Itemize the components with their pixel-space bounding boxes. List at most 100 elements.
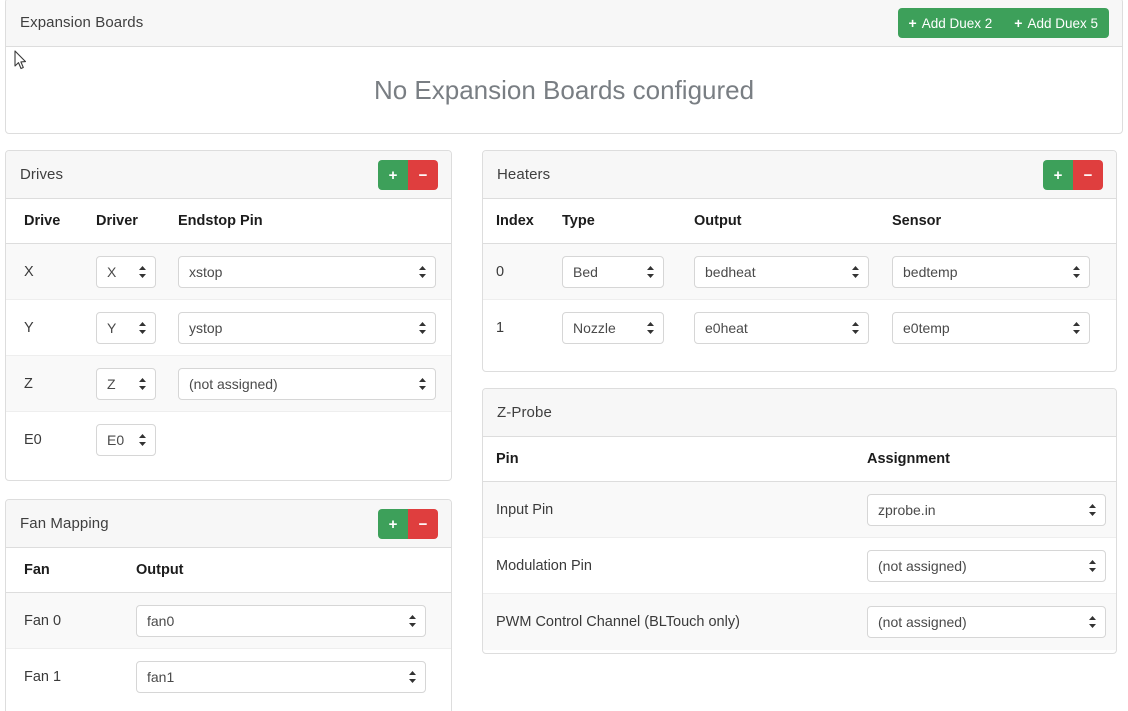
heater-type-select-0-value: Bed: [573, 263, 598, 280]
z-probe-body: Pin Assignment Input Pin zprobe.in Modul…: [483, 437, 1116, 650]
remove-drive-button[interactable]: −: [408, 160, 438, 190]
drives-col-drive: Drive: [6, 199, 96, 244]
heater-sensor-select-1[interactable]: e0temp: [892, 311, 1090, 344]
expansion-boards-header: Expansion Boards + Add Duex 2 + Add Duex 5: [6, 0, 1122, 47]
table-row: E0 E0: [6, 412, 451, 468]
endstop-select-z-value: (not assigned): [189, 375, 278, 392]
drives-col-endstop: Endstop Pin: [178, 199, 451, 244]
heater-type-cell-0: Bed: [562, 243, 694, 300]
endstop-select-z[interactable]: (not assigned): [178, 367, 436, 400]
drive-driver-cell-z: Z: [96, 355, 178, 412]
table-row: PWM Control Channel (BLTouch only) (not …: [483, 593, 1116, 650]
heaters-col-output: Output: [694, 199, 892, 244]
chevron-updown-icon: [138, 433, 147, 447]
z-probe-table: Pin Assignment Input Pin zprobe.in Modul…: [483, 437, 1116, 650]
drives-table: Drive Driver Endstop Pin X X xstop Y Y y…: [6, 199, 451, 468]
add-duex-5-label: Add Duex 5: [1027, 15, 1098, 31]
fan-name-0: Fan 0: [6, 592, 136, 649]
fan-mapping-header: Fan Mapping + −: [6, 500, 451, 548]
heater-type-select-0[interactable]: Bed: [562, 255, 664, 288]
fan-col-output: Output: [136, 548, 451, 593]
add-duex-2-label: Add Duex 2: [921, 15, 993, 31]
z-probe-input-pin-select[interactable]: zprobe.in: [867, 493, 1106, 526]
heater-output-select-1[interactable]: e0heat: [694, 311, 869, 344]
heater-type-select-1-value: Nozzle: [573, 319, 616, 336]
fan-output-cell-1: fan1: [136, 649, 451, 705]
endstop-select-x[interactable]: xstop: [178, 255, 436, 288]
fan-col-fan: Fan: [6, 548, 136, 593]
drive-name-z: Z: [6, 355, 96, 412]
remove-heater-button[interactable]: −: [1073, 160, 1103, 190]
chevron-updown-icon: [851, 265, 860, 279]
chevron-updown-icon: [851, 321, 860, 335]
expansion-empty-message: No Expansion Boards configured: [373, 74, 755, 105]
plus-icon: +: [908, 15, 917, 31]
endstop-select-x-value: xstop: [189, 263, 223, 280]
table-row: 0 Bed bedheat bedtemp: [483, 243, 1116, 300]
heater-sensor-cell-1: e0temp: [892, 300, 1116, 356]
expansion-boards-card: Expansion Boards + Add Duex 2 + Add Duex 5…: [5, 0, 1123, 134]
driver-select-x[interactable]: X: [96, 255, 156, 288]
chevron-updown-icon: [418, 265, 427, 279]
z-probe-modulation-pin-value: (not assigned): [878, 557, 967, 574]
drives-header: Drives + −: [6, 151, 451, 199]
chevron-updown-icon: [1072, 321, 1081, 335]
chevron-updown-icon: [1088, 503, 1097, 517]
fan-output-select-0[interactable]: fan0: [136, 604, 426, 637]
z-probe-pwm-channel-select[interactable]: (not assigned): [867, 605, 1106, 638]
table-row: Z Z (not assigned): [6, 355, 451, 412]
heater-output-select-0-value: bedheat: [705, 263, 756, 280]
fan-mapping-table: Fan Output Fan 0 fan0 Fan 1 fan1: [6, 548, 451, 705]
endstop-select-y-value: ystop: [189, 319, 223, 336]
add-duex-5-button[interactable]: + Add Duex 5: [1003, 8, 1109, 38]
drive-name-x: X: [6, 243, 96, 300]
chevron-updown-icon: [138, 321, 147, 335]
heater-sensor-cell-0: bedtemp: [892, 243, 1116, 300]
drives-title: Drives: [20, 166, 64, 183]
z-probe-pwm-channel-value: (not assigned): [878, 613, 967, 630]
chevron-updown-icon: [408, 670, 417, 684]
fan-output-select-1[interactable]: fan1: [136, 660, 426, 693]
z-probe-modulation-pin-select[interactable]: (not assigned): [867, 549, 1106, 582]
heater-sensor-select-0[interactable]: bedtemp: [892, 255, 1090, 288]
drive-name-y: Y: [6, 299, 96, 356]
z-probe-input-pin-value: zprobe.in: [878, 501, 936, 518]
driver-select-z[interactable]: Z: [96, 367, 156, 400]
remove-fan-button[interactable]: −: [408, 509, 438, 539]
add-heater-button[interactable]: +: [1043, 160, 1073, 190]
fan-add-remove-group: + −: [378, 509, 438, 539]
z-probe-header: Z-Probe: [483, 389, 1116, 437]
drive-driver-cell-x: X: [96, 243, 178, 300]
heater-type-cell-1: Nozzle: [562, 300, 694, 356]
add-duex-2-button[interactable]: + Add Duex 2: [897, 8, 1004, 38]
heaters-header-row: Index Type Output Sensor: [483, 199, 1116, 244]
drive-driver-cell-y: Y: [96, 299, 178, 356]
z-probe-header-row: Pin Assignment: [483, 437, 1116, 482]
chevron-updown-icon: [138, 377, 147, 391]
heater-output-cell-0: bedheat: [694, 243, 892, 300]
expansion-add-button-group: + Add Duex 2 + Add Duex 5: [897, 8, 1109, 38]
heaters-header: Heaters + −: [483, 151, 1116, 199]
chevron-updown-icon: [1088, 559, 1097, 573]
heater-type-select-1[interactable]: Nozzle: [562, 311, 664, 344]
chevron-updown-icon: [646, 321, 655, 335]
drives-add-remove-group: + −: [378, 160, 438, 190]
z-probe-title: Z-Probe: [497, 404, 552, 421]
drives-col-driver: Driver: [96, 199, 178, 244]
fan-header-row: Fan Output: [6, 548, 451, 593]
heater-index-0: 0: [483, 243, 562, 300]
z-probe-card: Z-Probe Pin Assignment Input Pin zprobe.…: [482, 388, 1117, 654]
add-fan-button[interactable]: +: [378, 509, 408, 539]
fan-mapping-title: Fan Mapping: [20, 515, 109, 532]
z-probe-col-assignment: Assignment: [867, 437, 1116, 482]
driver-select-y[interactable]: Y: [96, 311, 156, 344]
add-drive-button[interactable]: +: [378, 160, 408, 190]
z-probe-pin-input: Input Pin: [483, 481, 867, 538]
endstop-select-y[interactable]: ystop: [178, 311, 436, 344]
heater-output-select-0[interactable]: bedheat: [694, 255, 869, 288]
z-probe-pin-pwm: PWM Control Channel (BLTouch only): [483, 593, 867, 650]
driver-select-e0[interactable]: E0: [96, 423, 156, 456]
fan-mapping-body: Fan Output Fan 0 fan0 Fan 1 fan1: [6, 548, 451, 705]
table-row: Input Pin zprobe.in: [483, 481, 1116, 538]
table-row: Y Y ystop: [6, 299, 451, 356]
